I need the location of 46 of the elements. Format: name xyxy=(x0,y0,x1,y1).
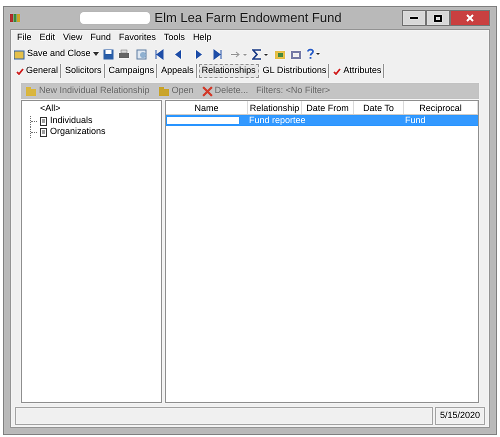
menu-item[interactable]: View xyxy=(63,30,82,44)
column-header[interactable]: Reciprocal xyxy=(404,101,478,114)
tree-item[interactable]: <All> xyxy=(30,102,161,116)
tab[interactable]: Attributes xyxy=(331,64,384,78)
document-icon xyxy=(40,128,47,136)
menu-item[interactable]: Tools xyxy=(164,30,185,44)
cross-icon xyxy=(202,86,213,96)
window-title: Elm Lea Farm Endowment Fund xyxy=(154,9,342,28)
tab[interactable]: Campaigns xyxy=(106,64,158,78)
caret-icon xyxy=(92,52,99,56)
tab[interactable]: Solicitors xyxy=(63,64,105,78)
sigma-icon[interactable] xyxy=(252,48,270,60)
menu-item[interactable]: File xyxy=(17,30,32,44)
menu-item[interactable]: Favorites xyxy=(118,30,156,44)
close-button[interactable] xyxy=(450,10,490,26)
tree-item[interactable]: Organizations xyxy=(50,125,106,139)
folder-icon xyxy=(158,86,170,96)
print-icon[interactable] xyxy=(118,48,132,60)
menu-item[interactable]: Fund xyxy=(90,30,111,44)
app-icon xyxy=(10,13,20,23)
tab[interactable]: Relationships xyxy=(198,64,259,78)
checkmark-icon xyxy=(333,68,342,74)
close-icon xyxy=(466,14,474,22)
save-and-close-button[interactable]: Save and Close xyxy=(14,47,99,61)
menu-item[interactable]: Help xyxy=(192,30,212,44)
column-header[interactable]: Relationship xyxy=(248,101,302,114)
column-header[interactable]: Name xyxy=(166,101,248,114)
menu-item[interactable]: Edit xyxy=(40,30,56,44)
redacted-block xyxy=(80,12,150,24)
tab[interactable]: Appeals xyxy=(159,64,197,78)
maximize-button[interactable] xyxy=(426,10,450,26)
table-cell: Fund xyxy=(405,115,426,125)
help-icon[interactable] xyxy=(306,48,322,60)
checkmark-icon xyxy=(16,68,24,74)
column-header[interactable]: Date To xyxy=(354,101,404,114)
tree-item[interactable]: Individuals xyxy=(50,114,93,128)
save-icon[interactable] xyxy=(102,48,114,60)
tab[interactable]: General xyxy=(14,64,62,78)
save-close-icon xyxy=(14,48,25,60)
status-date: 5/15/2020 xyxy=(435,407,485,425)
table-cell: Fund reportee xyxy=(249,115,306,125)
minimize-button[interactable] xyxy=(402,10,426,26)
document-icon xyxy=(40,116,47,126)
column-header[interactable]: Date From xyxy=(302,101,354,114)
tab[interactable]: GL Distributions xyxy=(260,64,330,78)
folder-icon[interactable] xyxy=(274,48,286,60)
